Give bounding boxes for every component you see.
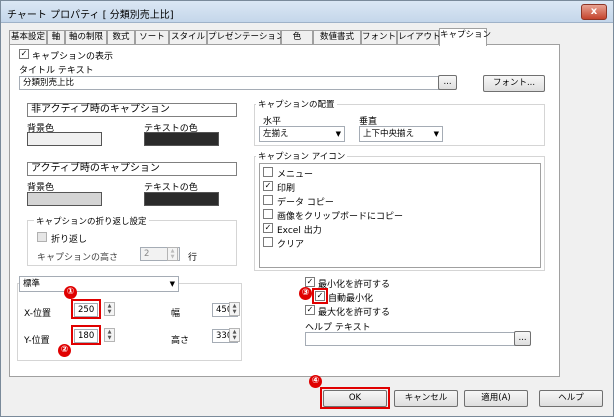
annotation-box-x-position xyxy=(71,299,101,319)
apply-button[interactable]: 適用(A) xyxy=(464,390,528,407)
tab-number-format[interactable]: 数値書式 xyxy=(313,30,361,45)
position-mode-value: 標準 xyxy=(23,279,41,289)
help-text-input[interactable] xyxy=(305,332,530,346)
vertical-select[interactable]: 上下中央揃え ▼ xyxy=(359,126,443,142)
icon-menu-label: メニュー xyxy=(277,170,314,180)
caption-height-unit: 行 xyxy=(188,253,198,263)
chevron-down-icon: ▼ xyxy=(433,130,439,138)
inactive-text-color-swatch[interactable] xyxy=(144,132,219,146)
icon-print-label: 印刷 xyxy=(277,184,296,194)
active-bg-color-swatch[interactable] xyxy=(27,192,102,206)
icon-print-checkbox[interactable]: ✓ xyxy=(263,181,273,191)
tab-axis[interactable]: 軸 xyxy=(47,30,65,45)
wrap-label: 折り返し xyxy=(51,235,88,245)
icon-clear-checkbox[interactable] xyxy=(263,237,273,247)
inactive-caption-heading: 非アクティブ時のキャプション xyxy=(27,103,237,117)
active-text-color-swatch[interactable] xyxy=(144,192,219,206)
title-text-browse-button[interactable]: ... xyxy=(438,75,457,90)
annotation-marker-1: ① xyxy=(64,286,77,299)
annotation-marker-2: ② xyxy=(58,344,71,357)
icon-menu-checkbox[interactable] xyxy=(263,167,273,177)
font-button[interactable]: フォント... xyxy=(483,75,545,92)
annotation-marker-3: ③ xyxy=(299,287,312,300)
width-spinner[interactable]: ▲ ▼ xyxy=(229,302,240,316)
tab-basic[interactable]: 基本設定 xyxy=(9,30,47,45)
caption-height-spinner[interactable]: ▲ ▼ xyxy=(167,247,178,261)
allow-minimize-label: 最小化を許可する xyxy=(318,280,391,290)
window-title: チャート プロパティ [ 分類別売上比] xyxy=(7,10,174,21)
show-caption-checkbox[interactable]: ✓ xyxy=(19,49,29,59)
auto-minimize-label: 自動最小化 xyxy=(328,294,374,304)
tab-presentation[interactable]: プレゼンテーション xyxy=(207,30,284,45)
y-position-label: Y-位置 xyxy=(24,336,50,346)
x-position-label: X-位置 xyxy=(24,309,51,319)
chevron-down-icon: ▼ xyxy=(335,130,341,138)
annotation-box-auto-minimize xyxy=(312,288,328,304)
tab-style[interactable]: スタイル xyxy=(169,30,207,45)
vertical-select-value: 上下中央揃え xyxy=(363,129,415,139)
annotation-box-ok xyxy=(320,387,390,409)
tab-color[interactable]: 色 xyxy=(281,30,313,45)
icon-copy-image-label: 画像をクリップボードにコピー xyxy=(277,212,404,222)
tab-font[interactable]: フォント xyxy=(361,30,397,45)
x-position-spinner[interactable]: ▲ ▼ xyxy=(104,302,115,316)
height-spinner[interactable]: ▲ ▼ xyxy=(229,328,240,342)
close-button[interactable]: x xyxy=(581,4,607,20)
height-label: 高さ xyxy=(171,336,190,346)
show-caption-label: キャプションの表示 xyxy=(32,52,114,62)
icon-data-copy-checkbox[interactable] xyxy=(263,195,273,205)
tab-caption[interactable]: キャプション xyxy=(439,28,491,46)
caption-alignment-group-label: キャプションの配置 xyxy=(256,98,337,110)
help-text-browse-button[interactable]: ... xyxy=(514,331,531,346)
tab-sort[interactable]: ソート xyxy=(135,30,169,45)
annotation-marker-4: ④ xyxy=(309,375,322,388)
icon-excel-export-checkbox[interactable]: ✓ xyxy=(263,223,273,233)
tab-axis-limits[interactable]: 軸の制限 xyxy=(65,30,107,45)
title-text-label: タイトル テキスト xyxy=(19,66,94,76)
cancel-button[interactable]: キャンセル xyxy=(394,390,458,407)
caption-icons-group-label: キャプション アイコン xyxy=(256,150,348,162)
inactive-bg-color-swatch[interactable] xyxy=(27,132,102,146)
allow-maximize-label: 最大化を許可する xyxy=(318,308,391,318)
position-mode-select[interactable]: 標準 ▼ xyxy=(19,276,179,292)
y-position-spinner[interactable]: ▲ ▼ xyxy=(104,328,115,342)
help-button[interactable]: ヘルプ xyxy=(539,390,603,407)
icon-clear-label: クリア xyxy=(277,240,305,250)
icon-excel-export-label: Excel 出力 xyxy=(277,226,322,236)
title-text-input[interactable]: 分類別売上比 xyxy=(19,76,456,90)
caption-height-label: キャプションの高さ xyxy=(37,253,119,263)
wrap-checkbox[interactable] xyxy=(37,232,47,242)
title-bar: チャート プロパティ [ 分類別売上比] x xyxy=(1,1,613,23)
icon-copy-image-checkbox[interactable] xyxy=(263,209,273,219)
position-size-group xyxy=(17,283,242,361)
caption-wrap-group-label: キャプションの折り返し設定 xyxy=(34,215,149,227)
chart-properties-dialog: チャート プロパティ [ 分類別売上比] x 基本設定 軸 軸の制限 数式 ソー… xyxy=(0,0,614,417)
icon-data-copy-label: データ コピー xyxy=(277,198,334,208)
width-label: 幅 xyxy=(171,309,181,319)
allow-minimize-checkbox[interactable]: ✓ xyxy=(305,277,315,287)
tab-layout[interactable]: レイアウト xyxy=(397,30,441,45)
horizontal-select[interactable]: 左揃え ▼ xyxy=(259,126,345,142)
allow-maximize-checkbox[interactable]: ✓ xyxy=(305,305,315,315)
active-caption-heading: アクティブ時のキャプション xyxy=(27,162,237,176)
tab-formula[interactable]: 数式 xyxy=(107,30,135,45)
horizontal-select-value: 左揃え xyxy=(263,129,289,139)
annotation-box-y-position xyxy=(71,325,101,345)
chevron-down-icon: ▼ xyxy=(169,280,175,288)
